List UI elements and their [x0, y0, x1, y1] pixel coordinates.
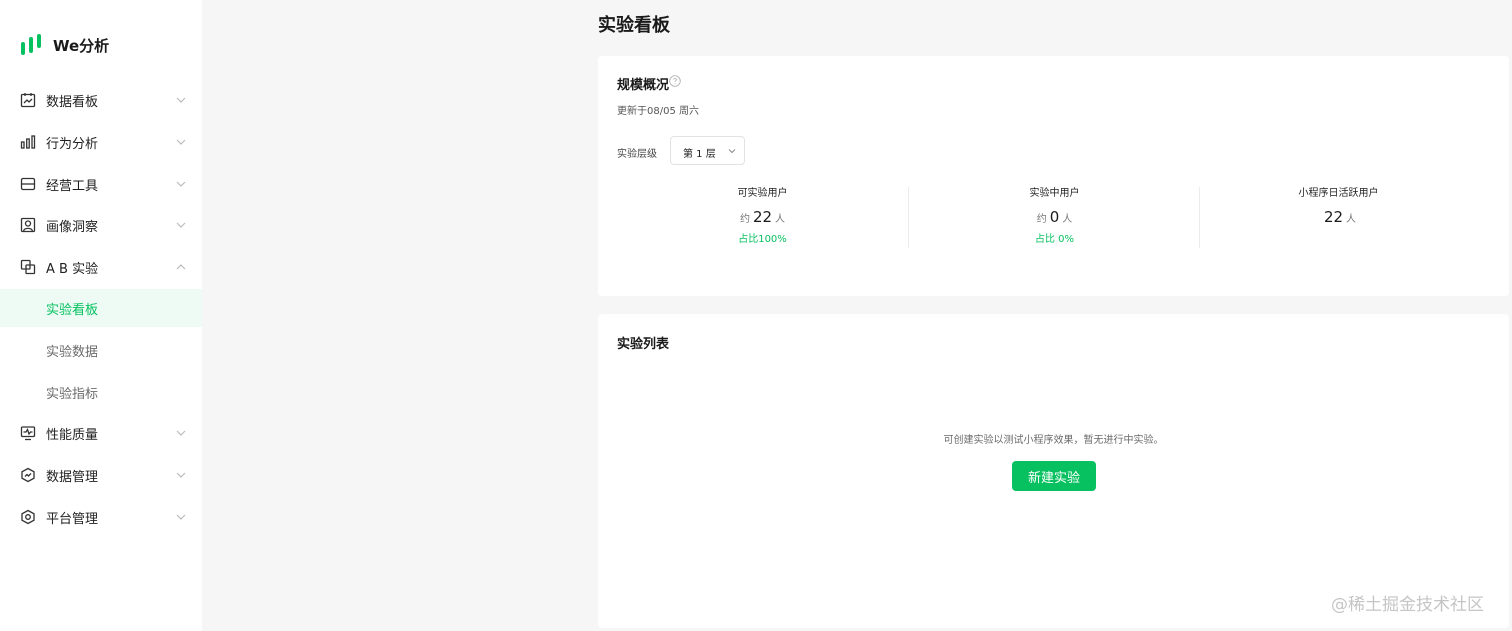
- empty-state-text: 可创建实验以测试小程序效果，暂无进行中实验。: [943, 435, 1164, 446]
- chevron-up-icon: [176, 264, 186, 270]
- sidebar-item-label: 数据看板: [46, 94, 99, 110]
- stat-in-experiment-users: 实验中用户 约0人 占比 0%: [909, 186, 1200, 248]
- sidebar-item-ab-test[interactable]: A B 实验: [0, 248, 202, 286]
- sidebar-item-label: 性能质量: [46, 427, 99, 443]
- stat-prefix: 约: [739, 214, 750, 225]
- chevron-down-icon: [176, 222, 186, 228]
- layer-select-value: 第 1 层: [683, 149, 716, 160]
- data-manage-icon: [21, 467, 35, 483]
- stat-value-line: 约 22 人: [617, 208, 908, 229]
- stat-number: 22: [1323, 208, 1344, 226]
- sidebar-item-performance-quality[interactable]: 性能质量: [0, 414, 202, 452]
- stat-unit: 人: [775, 214, 786, 225]
- we-analysis-logo-icon: [21, 34, 41, 55]
- sidebar-item-data-board[interactable]: 数据看板: [0, 81, 202, 119]
- sidebar-item-label: 行为分析: [46, 136, 99, 152]
- chevron-down-icon: [176, 181, 186, 187]
- sidebar-item-label: 数据管理: [46, 469, 99, 485]
- portrait-icon: [20, 217, 36, 233]
- page-title: 实验看板: [598, 15, 670, 36]
- stat-number: 0: [1049, 208, 1060, 226]
- settings-hex-icon: [21, 509, 35, 525]
- stat-label: 可实验用户: [737, 188, 788, 199]
- sidebar-subitem-experiment-board[interactable]: 实验看板: [0, 289, 202, 327]
- brand-name: We分析: [53, 36, 110, 55]
- chevron-down-icon: [176, 97, 186, 103]
- chevron-down-icon: [176, 139, 186, 145]
- sidebar-subitem-experiment-data[interactable]: 实验数据: [0, 331, 202, 369]
- bar-chart-icon: [20, 135, 36, 149]
- sidebar-item-business-tools[interactable]: 经营工具: [0, 165, 202, 203]
- layer-label: 实验层级: [617, 149, 657, 160]
- sidebar-item-data-management[interactable]: 数据管理: [0, 456, 202, 494]
- sidebar-item-label: 画像洞察: [46, 219, 99, 235]
- layer-select[interactable]: 第 1 层: [670, 136, 745, 165]
- overview-title: 规模概况: [617, 78, 670, 93]
- stat-ratio: 占比 0%: [1034, 234, 1075, 245]
- sidebar-subitem-experiment-metrics[interactable]: 实验指标: [0, 373, 202, 411]
- sidebar-item-label: 平台管理: [46, 511, 99, 527]
- sidebar: We分析 数据看板 行为分析 经营工具 画像洞察 A B 实验 实验看板 实验数…: [0, 0, 202, 631]
- stat-daily-active-users: 小程序日活跃用户 22 人: [1193, 186, 1484, 248]
- watermark: @稀土掘金技术社区: [1331, 595, 1484, 615]
- store-icon: [20, 177, 36, 191]
- sidebar-subitem-label: 实验看板: [46, 302, 99, 318]
- sidebar-subitem-label: 实验指标: [46, 386, 99, 402]
- stat-label: 实验中用户: [1029, 188, 1080, 199]
- stat-number: 22: [752, 208, 773, 226]
- stat-experimentable-users: 可实验用户 约 22 人 占比100%: [617, 186, 908, 248]
- help-icon[interactable]: [669, 75, 681, 87]
- sidebar-subitem-label: 实验数据: [46, 344, 99, 360]
- sidebar-item-label: A B 实验: [46, 261, 99, 277]
- ab-test-icon: [20, 259, 36, 275]
- new-experiment-button[interactable]: 新建实验: [1012, 461, 1096, 491]
- experiment-list-title: 实验列表: [617, 337, 670, 352]
- stat-prefix: 约: [1036, 214, 1047, 225]
- sidebar-item-platform-management[interactable]: 平台管理: [0, 498, 202, 536]
- brand[interactable]: We分析: [20, 32, 109, 58]
- monitor-icon: [20, 426, 36, 441]
- stat-value-line: 22 人: [1193, 208, 1484, 229]
- update-timestamp: 更新于08/05 周六: [617, 106, 699, 117]
- chevron-down-icon: [728, 149, 736, 154]
- chevron-down-icon: [176, 514, 186, 520]
- chart-board-icon: [20, 93, 36, 108]
- stat-ratio: 占比100%: [738, 234, 787, 245]
- stat-unit: 人: [1346, 214, 1357, 225]
- stat-unit: 人: [1062, 214, 1073, 225]
- overview-card: 规模概况 更新于08/05 周六 实验层级 第 1 层 可实验用户 约 22 人 占…: [598, 56, 1509, 296]
- experiment-list-card: 实验列表 可创建实验以测试小程序效果，暂无进行中实验。 新建实验: [598, 314, 1509, 628]
- stat-label: 小程序日活跃用户: [1298, 188, 1379, 199]
- sidebar-item-behavior-analysis[interactable]: 行为分析: [0, 123, 202, 161]
- stat-value-line: 约0人: [909, 208, 1200, 229]
- sidebar-item-label: 经营工具: [46, 178, 99, 194]
- sidebar-item-portrait-insight[interactable]: 画像洞察: [0, 206, 202, 244]
- chevron-down-icon: [176, 472, 186, 478]
- chevron-down-icon: [176, 430, 186, 436]
